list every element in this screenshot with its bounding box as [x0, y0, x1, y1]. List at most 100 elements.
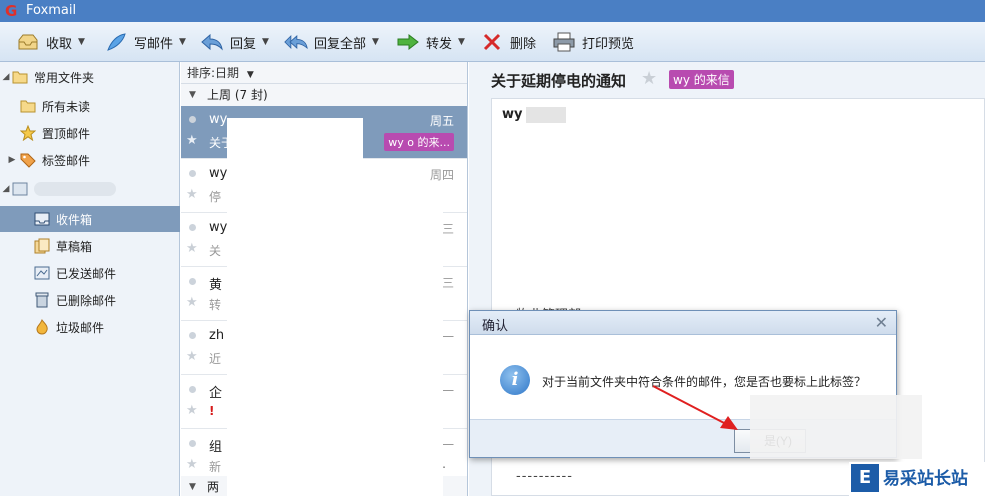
close-icon[interactable]: ✕ [875, 313, 888, 332]
print-preview-button[interactable]: 打印预览 [552, 30, 634, 54]
compose-button[interactable]: 写邮件 ▼ [104, 30, 186, 54]
sidebar-item-junk[interactable]: 垃圾邮件 [0, 314, 180, 340]
sidebar-item-account[interactable]: ◢ [0, 176, 180, 202]
watermark-text: 易采站长站 [883, 469, 968, 489]
mail-subject: 转 [209, 298, 222, 312]
reply-label: 回复 [230, 36, 257, 52]
inbox-icon [34, 211, 50, 227]
sidebar-item-label: 草稿箱 [56, 239, 93, 254]
expand-triangle-icon[interactable]: ▶ [6, 155, 18, 165]
star-icon[interactable]: ★ [186, 295, 198, 310]
star-icon[interactable]: ★ [186, 403, 198, 418]
read-status-dot-icon[interactable] [189, 440, 196, 447]
compose-label: 写邮件 [134, 36, 174, 52]
junk-flame-icon [34, 319, 50, 335]
star-icon[interactable]: ★ [186, 457, 198, 472]
collapse-triangle-icon[interactable]: ▼ [189, 476, 196, 496]
title-bar: G Foxmail [0, 0, 985, 22]
receive-button[interactable]: 收取 ▼ [16, 30, 85, 54]
mail-date: 周五 [429, 114, 454, 128]
foxmail-logo-icon: G [5, 2, 18, 20]
dialog-title: 确认 [482, 319, 509, 334]
collapse-triangle-icon[interactable]: ▼ [189, 84, 196, 106]
account-icon [12, 181, 28, 197]
mail-from: 组 [209, 440, 223, 455]
group-label: 两 [207, 480, 220, 494]
chevron-down-icon[interactable]: ▼ [372, 37, 379, 47]
mail-from: wy [209, 220, 228, 235]
inbox-tray-icon [16, 31, 40, 53]
forward-label: 转发 [426, 36, 453, 52]
delete-button[interactable]: 删除 [480, 30, 536, 54]
star-icon[interactable]: ★ [186, 349, 198, 364]
app-title: Foxmail [26, 3, 77, 18]
privacy-mask [750, 395, 922, 459]
chevron-down-icon[interactable]: ▼ [262, 37, 269, 47]
collapse-triangle-icon[interactable]: ◢ [0, 72, 12, 82]
read-status-dot-icon[interactable] [189, 386, 196, 393]
sidebar-item-label: 置顶邮件 [42, 126, 91, 141]
forward-button[interactable]: 转发 ▼ [396, 30, 465, 54]
watermark: E 易采站长站 [849, 462, 985, 496]
chevron-down-icon[interactable]: ▼ [78, 37, 85, 47]
mail-subject: 近 [209, 352, 222, 366]
reply-all-button[interactable]: 回复全部 ▼ [284, 30, 379, 54]
reply-all-label: 回复全部 [314, 36, 367, 52]
sidebar-item-deleted[interactable]: 已删除邮件 [0, 287, 180, 313]
sort-bar[interactable]: 排序:日期 ▼ [181, 62, 467, 84]
print-preview-label: 打印预览 [582, 36, 635, 52]
preview-divider: ---------- [516, 469, 573, 484]
group-label: 上周 (7 封) [207, 88, 268, 102]
star-icon[interactable]: ★ [186, 187, 198, 202]
mail-date: 一 [441, 384, 454, 398]
collapse-triangle-icon[interactable]: ◢ [0, 184, 12, 194]
folder-icon [12, 69, 28, 85]
star-icon[interactable]: ★ [186, 241, 198, 256]
mail-date: 周四 [429, 168, 454, 182]
sidebar-item-all-unread[interactable]: 所有未读 [0, 93, 180, 119]
privacy-mask [227, 118, 363, 496]
privacy-mask [526, 107, 566, 123]
sidebar-item-label: 已删除邮件 [56, 293, 117, 308]
mail-subject: ! [209, 404, 215, 418]
confirm-dialog: 确认 ✕ i 对于当前文件夹中符合条件的邮件，您是否也要标上此标签？ 是(Y) [469, 310, 922, 459]
info-icon: i [500, 365, 530, 395]
reply-all-icon [284, 31, 308, 53]
sidebar-item-tagged[interactable]: ▶ 标签邮件 [0, 147, 180, 173]
read-status-dot-icon[interactable] [189, 278, 196, 285]
preview-tag[interactable]: wy 的来信 [669, 70, 734, 89]
delete-x-icon [480, 31, 504, 53]
sidebar-item-pinned[interactable]: 置顶邮件 [0, 120, 180, 146]
drafts-icon [34, 238, 50, 254]
dialog-titlebar[interactable]: 确认 ✕ [470, 311, 896, 335]
mail-subject: 关 [209, 244, 222, 258]
mail-from: zh [209, 328, 225, 343]
star-icon[interactable]: ★ [186, 133, 198, 148]
reply-button[interactable]: 回复 ▼ [200, 30, 269, 54]
read-status-dot-icon[interactable] [189, 332, 196, 339]
chevron-down-icon[interactable]: ▼ [179, 37, 186, 47]
mail-date: 三 [441, 276, 454, 290]
sidebar-item-common-folders[interactable]: ◢ 常用文件夹 [0, 64, 180, 90]
star-icon[interactable]: ★ [641, 68, 657, 89]
sidebar-item-drafts[interactable]: 草稿箱 [0, 233, 180, 259]
sidebar-item-sent[interactable]: 已发送邮件 [0, 260, 180, 286]
sidebar-item-label: 收件箱 [56, 212, 93, 227]
chevron-down-icon[interactable]: ▼ [458, 37, 465, 47]
chevron-down-icon[interactable]: ▼ [247, 70, 254, 80]
feather-pen-icon [104, 31, 128, 53]
read-status-dot-icon[interactable] [189, 224, 196, 231]
preview-subject: 关于延期停电的通知 [491, 72, 627, 90]
sidebar-item-inbox[interactable]: 收件箱 [0, 206, 180, 232]
read-status-dot-icon[interactable] [189, 170, 196, 177]
printer-icon [552, 31, 576, 53]
forward-arrow-icon [396, 31, 420, 53]
mail-list: 排序:日期 ▼ ▼ 上周 (7 封) ★ wy 关于 周五 wy o 的来...… [181, 62, 468, 496]
folder-sidebar: ◢ 常用文件夹 所有未读 置顶邮件 ▶ 标签邮件 ◢ 收件箱 草稿箱 已发送邮件… [0, 62, 180, 496]
sidebar-item-label: 标签邮件 [42, 153, 91, 168]
read-status-dot-icon[interactable] [189, 116, 196, 123]
trash-bin-icon [34, 292, 50, 308]
star-icon [20, 125, 36, 141]
mail-date: 一 [441, 438, 454, 452]
group-header-last-week[interactable]: ▼ 上周 (7 封) [181, 84, 467, 106]
